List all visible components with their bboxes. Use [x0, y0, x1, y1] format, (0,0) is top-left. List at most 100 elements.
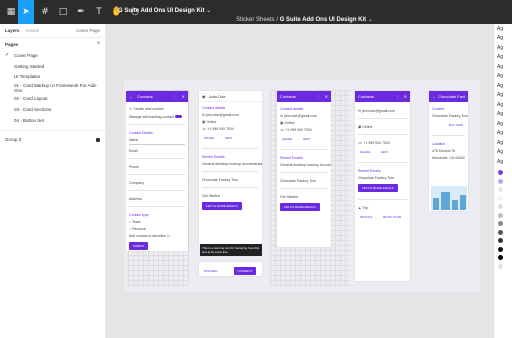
- edit-button[interactable]: EDIT: [378, 148, 391, 156]
- details-button[interactable]: DETAILS: [357, 213, 375, 221]
- color-swatch[interactable]: [498, 170, 503, 175]
- color-swatch[interactable]: [498, 204, 503, 209]
- email-item[interactable]: Chocolate Factory Tour: [277, 177, 331, 184]
- page-item[interactable]: Cover Page: [0, 50, 105, 61]
- more-icon[interactable]: ⋮: [173, 94, 177, 99]
- color-swatch[interactable]: [498, 212, 503, 218]
- color-swatch[interactable]: [498, 221, 503, 226]
- text-style-item[interactable]: Ag: [494, 72, 512, 82]
- tab-assets[interactable]: Assets: [26, 28, 40, 33]
- share-button[interactable]: SHARE: [279, 135, 295, 143]
- emails-header: Recent Emails: [358, 168, 381, 173]
- color-swatch[interactable]: [498, 238, 503, 243]
- email-row[interactable]: ✉ john.doe@gmail.com: [355, 107, 410, 114]
- name-field[interactable]: Name: [129, 136, 185, 145]
- edit-button[interactable]: EDIT: [222, 134, 235, 142]
- company-field[interactable]: Company: [126, 179, 188, 186]
- pen-tool-icon[interactable]: ✒: [74, 5, 88, 19]
- text-tool-icon[interactable]: T: [92, 5, 106, 19]
- page-item[interactable]: 03 - Card Sections: [0, 104, 105, 115]
- book-tour-button[interactable]: BOOK TOUR: [380, 213, 404, 221]
- phone-row[interactable]: ☏ +1 999 000 7534: [355, 139, 410, 146]
- color-swatch[interactable]: [498, 263, 503, 269]
- manage-toggle[interactable]: [175, 114, 182, 118]
- email-item[interactable]: General desktop mockup recommendations: [277, 161, 331, 168]
- more-icon[interactable]: ⋮: [396, 94, 400, 99]
- text-style-item[interactable]: Ag: [494, 119, 512, 129]
- email-item[interactable]: Get Started: [199, 192, 262, 199]
- color-swatch[interactable]: [498, 195, 503, 201]
- back-icon[interactable]: ←: [432, 94, 436, 99]
- text-style-item[interactable]: Ag: [494, 138, 512, 148]
- buy-now-button[interactable]: BUY NOW: [446, 121, 466, 129]
- text-style-item[interactable]: Ag: [494, 91, 512, 101]
- text-style-item[interactable]: Ag: [494, 43, 512, 53]
- fetch-more-button[interactable]: FETCH MORE EMAILS: [202, 202, 242, 210]
- close-icon[interactable]: ✕: [182, 94, 185, 99]
- chevron-down-icon[interactable]: ⌄: [368, 17, 373, 23]
- move-tool-icon[interactable]: ➤: [18, 0, 34, 24]
- email-item[interactable]: Chocolate Factory Tour: [355, 174, 410, 181]
- email-field[interactable]: Email: [126, 147, 188, 154]
- new-contact-row[interactable]: ＋ Create new contact: [126, 105, 188, 113]
- page-item[interactable]: 01 - Card Markup UI Framework For Add-On…: [0, 82, 105, 93]
- rectangle-tool-icon[interactable]: □: [56, 5, 70, 19]
- page-item[interactable]: Getting Started: [0, 61, 105, 72]
- color-swatch[interactable]: [498, 178, 503, 184]
- text-style-item[interactable]: Ag: [494, 110, 512, 120]
- color-swatch[interactable]: [498, 246, 503, 252]
- layer-item[interactable]: Group 3: [0, 135, 105, 145]
- email-item[interactable]: Get Started: [277, 193, 331, 200]
- discard-button[interactable]: DISCARD: [201, 267, 221, 275]
- color-swatch[interactable]: [498, 229, 503, 235]
- text-style-item[interactable]: Ag: [494, 34, 512, 44]
- checkbox-icon[interactable]: ☑: [167, 234, 170, 238]
- share-button[interactable]: SHARE: [357, 148, 373, 156]
- text-style-item[interactable]: Ag: [494, 24, 512, 34]
- text-style-item[interactable]: Ag: [494, 62, 512, 72]
- lock-icon[interactable]: [96, 137, 100, 142]
- email-item[interactable]: General desktop mockup recommendations: [199, 160, 262, 167]
- email-item[interactable]: Chocolate Factory Tour: [199, 176, 262, 183]
- text-style-item[interactable]: Ag: [494, 157, 512, 167]
- page-item[interactable]: 02 - Card Layout: [0, 93, 105, 104]
- layer-name: Group 3: [5, 137, 22, 143]
- text-style-item[interactable]: Ag: [494, 129, 512, 139]
- address-field[interactable]: Address: [126, 195, 188, 202]
- divider: [432, 135, 465, 136]
- more-icon[interactable]: ⋮: [317, 94, 321, 99]
- back-icon[interactable]: ←: [129, 94, 133, 99]
- page-item[interactable]: 04 - Button Set: [0, 115, 105, 126]
- chevron-down-icon[interactable]: ⌄: [206, 8, 211, 14]
- fetch-more-button[interactable]: FETCH MORE EMAILS: [280, 203, 320, 211]
- page-switcher[interactable]: Cover Page: [76, 28, 100, 33]
- favorites-checkbox[interactable]: Add contact to favorites ☑: [126, 232, 188, 239]
- text-style-item[interactable]: Ag: [494, 81, 512, 91]
- figma-menu-icon[interactable]: ▦: [4, 5, 18, 19]
- add-page-icon[interactable]: +: [96, 41, 100, 47]
- divider: [280, 188, 328, 189]
- close-icon[interactable]: ✕: [325, 94, 328, 99]
- text-style-item[interactable]: Ag: [494, 148, 512, 158]
- text-style-item[interactable]: Ag: [494, 100, 512, 110]
- email-row[interactable]: ✉ john.doe@gmail.com: [277, 112, 331, 119]
- share-button[interactable]: SHARE: [201, 134, 217, 142]
- page-item[interactable]: UI Templates: [0, 72, 105, 83]
- phone-field[interactable]: Phone: [126, 163, 188, 170]
- tab-layers[interactable]: Layers: [5, 28, 20, 33]
- connect-button[interactable]: CONNECT: [233, 267, 257, 275]
- color-swatch[interactable]: [498, 255, 503, 260]
- edit-button[interactable]: EDIT: [300, 135, 313, 143]
- color-swatch[interactable]: [498, 187, 503, 192]
- phone-row[interactable]: ☏ +1 999 000 7534: [277, 126, 331, 133]
- text-style-item[interactable]: Ag: [494, 53, 512, 63]
- file-title[interactable]: G Suite Add Ons UI Design Kit ⌄: [118, 7, 211, 14]
- email-row[interactable]: ✉ john.doe@gmail.com: [199, 111, 262, 118]
- submit-button[interactable]: SUBMIT: [129, 242, 149, 250]
- close-icon[interactable]: ✕: [404, 94, 407, 99]
- team-radio[interactable]: ○ Team: [126, 218, 188, 225]
- fetch-more-button[interactable]: FETCH MORE EMAILS: [358, 184, 398, 192]
- phone-row[interactable]: ☏ +1 999 000 7534: [199, 125, 262, 132]
- frame-tool-icon[interactable]: #: [38, 5, 52, 19]
- personal-radio[interactable]: ○ Personal: [126, 225, 188, 232]
